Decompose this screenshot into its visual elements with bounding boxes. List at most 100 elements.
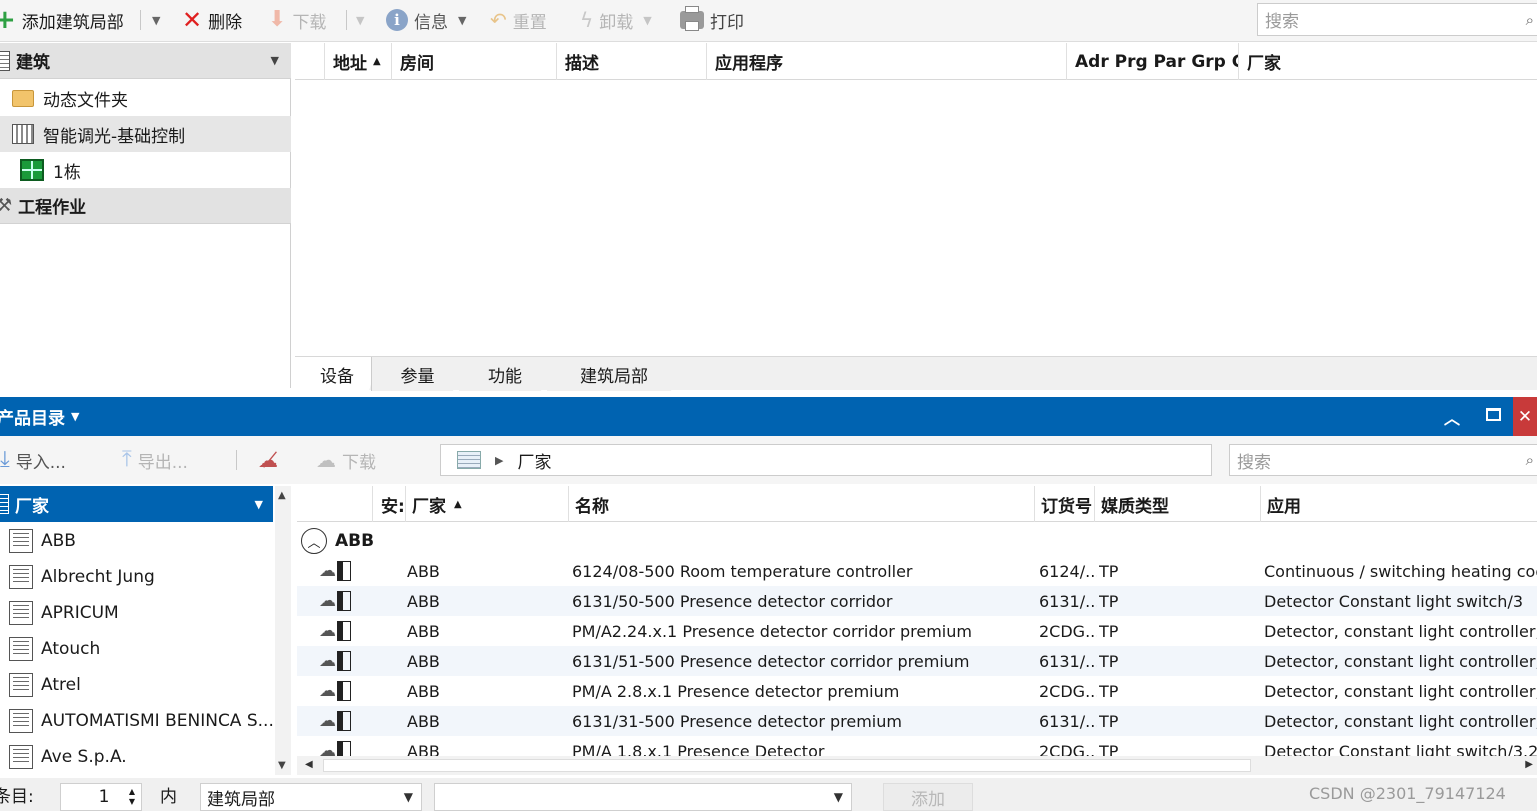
catalog-titlebar: 产品目录 ▼ ︿ ✕ bbox=[0, 397, 1537, 436]
chevron-down-icon: ▼ bbox=[356, 13, 365, 27]
plus-icon: + bbox=[0, 5, 16, 35]
grid-col-room[interactable]: 房间 bbox=[392, 43, 557, 80]
vendor-label: Atrel bbox=[41, 675, 81, 695]
product-col-install[interactable]: 安: bbox=[373, 486, 406, 522]
scroll-thumb[interactable] bbox=[323, 759, 1251, 772]
view-tabs: 设备 参量 功能 建筑局部 bbox=[295, 356, 1537, 390]
top-search-input[interactable]: 搜索 ⌕ bbox=[1257, 3, 1537, 36]
grid-col-description[interactable]: 描述 bbox=[557, 43, 707, 80]
add-building-part-button[interactable]: + 添加建筑局部 bbox=[0, 0, 124, 40]
vendor-label: AUTOMATISMI BENINCA S... bbox=[41, 711, 274, 731]
tree-item-dynamic-folder[interactable]: 动态文件夹 bbox=[0, 80, 291, 116]
product-order-cell: 6131/... bbox=[1039, 711, 1097, 731]
product-medium-cell: TP bbox=[1099, 711, 1119, 731]
device-grid: 地址 ▲ 房间 描述 应用程序 Adr Prg Par Grp Cfg 厂家 bbox=[295, 43, 1537, 356]
product-row[interactable]: ☁ ABB 6131/50-500 Presence detector corrid… bbox=[297, 586, 1537, 616]
vendor-item[interactable]: AUTOMATISMI BENINCA S... bbox=[0, 703, 275, 739]
product-medium-cell: TP bbox=[1099, 621, 1119, 641]
download-dropdown-button[interactable]: ▼ bbox=[352, 0, 364, 40]
grid-col-flags[interactable]: Adr Prg Par Grp Cfg bbox=[1067, 43, 1239, 80]
building-icon bbox=[12, 124, 34, 144]
catalog-breadcrumb[interactable]: ▶ 厂家 bbox=[440, 444, 1212, 476]
offline-button[interactable]: ☁̸ bbox=[258, 440, 278, 480]
grid-col-address[interactable]: 地址 ▲ bbox=[325, 43, 392, 80]
group-row-abb[interactable]: ︿ ABB bbox=[301, 526, 374, 556]
reset-button[interactable]: ↶ 重置 bbox=[490, 0, 547, 40]
product-name-cell: 6124/08-500 Room temperature controller bbox=[572, 561, 913, 581]
project-section-header[interactable]: ⚒ 工程作业 bbox=[0, 188, 291, 224]
delete-label: 删除 bbox=[208, 12, 243, 33]
location-select[interactable]: 建筑局部 ▼ bbox=[200, 783, 422, 811]
search-placeholder: 搜索 bbox=[1265, 12, 1299, 32]
tree-item-building-1[interactable]: 1栋 bbox=[0, 152, 291, 188]
product-col-application[interactable]: 应用 bbox=[1261, 486, 1537, 522]
catalog-search-input[interactable]: 搜索 ⌕ bbox=[1229, 444, 1537, 476]
folder-icon bbox=[12, 89, 34, 107]
vendor-item[interactable]: Atrel bbox=[0, 667, 275, 703]
tree-item-label: 1栋 bbox=[53, 162, 81, 183]
export-button[interactable]: ⤒ 导出... bbox=[122, 440, 188, 480]
close-icon: ✕ bbox=[1517, 406, 1533, 427]
grid-col-blank[interactable] bbox=[295, 43, 325, 80]
search-placeholder: 搜索 bbox=[1237, 452, 1271, 473]
catalog-title[interactable]: 产品目录 ▼ bbox=[0, 397, 79, 436]
vendor-scrollbar[interactable]: ▲ ▼ bbox=[275, 486, 291, 775]
cloud-download-icon: ☁ bbox=[316, 448, 336, 472]
tab-functions[interactable]: 功能 bbox=[459, 357, 551, 391]
product-hscrollbar[interactable]: ◀ ▶ bbox=[297, 756, 1537, 775]
toolbar-separator bbox=[346, 10, 347, 30]
info-button[interactable]: i 信息 ▼ bbox=[386, 0, 466, 40]
project-header-label: 工程作业 bbox=[18, 198, 87, 218]
printer-icon bbox=[680, 6, 704, 31]
grid-col-manufacturer[interactable]: 厂家 bbox=[1239, 43, 1537, 80]
product-order-cell: 2CDG... bbox=[1039, 681, 1097, 701]
vendor-item[interactable]: Atouch bbox=[0, 631, 275, 667]
product-row[interactable]: ☁ ABB PM/A2.24.x.1 Presence detector corri… bbox=[297, 616, 1537, 646]
column-label: 应用 bbox=[1267, 496, 1301, 517]
tab-devices[interactable]: 设备 bbox=[295, 357, 379, 391]
product-col-name[interactable]: 名称 bbox=[569, 486, 1035, 522]
tab-building-parts[interactable]: 建筑局部 bbox=[547, 357, 681, 391]
building-section-header[interactable]: 建筑 ▼ bbox=[0, 43, 291, 79]
target-select[interactable]: ▼ bbox=[434, 783, 852, 811]
product-name-cell: PM/A 2.8.x.1 Presence detector premium bbox=[572, 681, 900, 701]
download-button[interactable]: ⬇ 下载 bbox=[268, 0, 326, 40]
delete-button[interactable]: ✕ 删除 bbox=[182, 0, 242, 40]
quantity-stepper[interactable]: 1 ▲ ▼ bbox=[60, 783, 142, 811]
catalog-download-button[interactable]: ☁ 下载 bbox=[316, 440, 376, 480]
catalog-doc-icon bbox=[9, 565, 33, 589]
import-button[interactable]: ⤓ 导入... bbox=[0, 440, 66, 480]
add-dropdown-button[interactable]: ▼ bbox=[148, 0, 160, 40]
product-row[interactable]: ☁ ABB 6124/08-500 Room temperature control… bbox=[297, 556, 1537, 586]
product-col-manufacturer[interactable]: 厂家 ▲ bbox=[406, 486, 569, 522]
maximize-icon[interactable] bbox=[1486, 408, 1501, 421]
product-col-order-number[interactable]: 订货号 bbox=[1035, 486, 1095, 522]
collapse-panel-button[interactable]: ︿ bbox=[1444, 397, 1460, 436]
product-name-cell: 6131/51-500 Presence detector corridor p… bbox=[572, 651, 970, 671]
catalog-doc-icon bbox=[9, 637, 33, 661]
add-button[interactable]: 添加 bbox=[883, 783, 973, 811]
download-arrow-icon: ⬇ bbox=[268, 7, 287, 32]
tree-item-project[interactable]: 智能调光-基础控制 bbox=[0, 116, 291, 152]
catalog-doc-icon bbox=[9, 529, 33, 553]
product-row[interactable]: ☁ ABB 6131/31-500 Presence detector premiu… bbox=[297, 706, 1537, 736]
close-panel-button[interactable]: ✕ bbox=[1513, 397, 1537, 436]
product-row[interactable]: ☁ ABB PM/A 2.8.x.1 Presence detector premi… bbox=[297, 676, 1537, 706]
vendor-item[interactable]: Albrecht Jung bbox=[0, 559, 275, 595]
vendor-item[interactable]: ABB bbox=[0, 523, 275, 559]
vendor-header[interactable]: 厂家 ▼ bbox=[0, 486, 273, 522]
unload-button[interactable]: ϟ 卸载 ▼ bbox=[580, 0, 652, 40]
product-row[interactable]: ☁ ABB 6131/51-500 Presence detector corrid… bbox=[297, 646, 1537, 676]
product-medium-cell: TP bbox=[1099, 561, 1119, 581]
cloud-device-icon: ☁ bbox=[319, 616, 351, 646]
vendor-item[interactable]: Ave S.p.A. bbox=[0, 739, 275, 775]
grid-col-application[interactable]: 应用程序 bbox=[707, 43, 1067, 80]
vendor-label: Albrecht Jung bbox=[41, 567, 155, 587]
vendor-item[interactable]: APRICUM bbox=[0, 595, 275, 631]
tab-parameters[interactable]: 参量 bbox=[371, 357, 463, 391]
chevron-right-icon: ▶ bbox=[495, 453, 504, 467]
product-col-medium[interactable]: 媒质类型 bbox=[1095, 486, 1261, 522]
breadcrumb-label: 厂家 bbox=[517, 452, 552, 473]
print-button[interactable]: 打印 bbox=[680, 0, 744, 40]
product-col-icon[interactable] bbox=[297, 486, 373, 522]
